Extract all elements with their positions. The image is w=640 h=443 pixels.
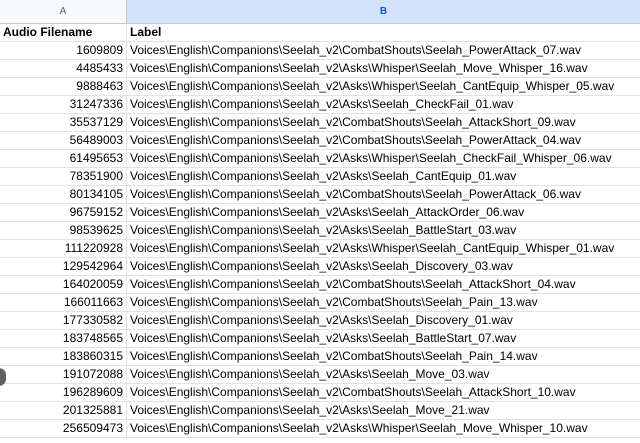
label-cell[interactable]: Voices\English\Companions\Seelah_v2\Asks… <box>127 258 640 275</box>
label-cell[interactable]: Voices\English\Companions\Seelah_v2\Asks… <box>127 204 640 221</box>
table-row: 191072088 Voices\English\Companions\Seela… <box>0 366 640 384</box>
label-cell[interactable]: Voices\English\Companions\Seelah_v2\Asks… <box>127 240 640 257</box>
audio-filename-cell[interactable]: 9888463 <box>0 78 127 95</box>
table-row: 80134105 Voices\English\Companions\Seelah… <box>0 186 640 204</box>
table-row: 98539625 Voices\English\Companions\Seelah… <box>0 222 640 240</box>
audio-filename-cell[interactable]: 183860315 <box>0 348 127 365</box>
spreadsheet-grid: A B Audio Filename Label 1609809 Voices\E… <box>0 0 640 443</box>
table-row: 61495653 Voices\English\Companions\Seelah… <box>0 150 640 168</box>
table-row: 78351900 Voices\English\Companions\Seelah… <box>0 168 640 186</box>
column-header-b[interactable]: B <box>127 0 640 23</box>
column-header-row: A B <box>0 0 640 24</box>
label-cell[interactable]: Voices\English\Companions\Seelah_v2\Comb… <box>127 294 640 311</box>
audio-filename-cell[interactable]: 96759152 <box>0 204 127 221</box>
label-cell[interactable]: Voices\English\Companions\Seelah_v2\Asks… <box>127 330 640 347</box>
audio-filename-cell[interactable]: 256509473 <box>0 420 127 437</box>
table-row: 129542964 Voices\English\Companions\Seela… <box>0 258 640 276</box>
audio-filename-cell[interactable]: 1609809 <box>0 42 127 59</box>
label-cell[interactable]: Voices\English\Companions\Seelah_v2\Asks… <box>127 222 640 239</box>
audio-filename-cell[interactable]: 4485433 <box>0 60 127 77</box>
label-cell[interactable]: Voices\English\Companions\Seelah_v2\Asks… <box>127 402 640 419</box>
audio-filename-cell[interactable]: 80134105 <box>0 186 127 203</box>
audio-filename-cell[interactable]: 61495653 <box>0 150 127 167</box>
audio-filename-cell[interactable]: 98539625 <box>0 222 127 239</box>
table-row: 96759152 Voices\English\Companions\Seelah… <box>0 204 640 222</box>
header-cell-label[interactable]: Label <box>127 24 640 41</box>
audio-filename-cell[interactable]: 177330582 <box>0 312 127 329</box>
label-cell[interactable]: Voices\English\Companions\Seelah_v2\Comb… <box>127 186 640 203</box>
audio-filename-cell[interactable]: 196289609 <box>0 384 127 401</box>
table-row: 31247336 Voices\English\Companions\Seelah… <box>0 96 640 114</box>
table-row: 196289609 Voices\English\Companions\Seela… <box>0 384 640 402</box>
table-row: 256509473 Voices\English\Companions\Seela… <box>0 420 640 438</box>
audio-filename-cell[interactable]: 31247336 <box>0 96 127 113</box>
label-cell[interactable]: Voices\English\Companions\Seelah_v2\Asks… <box>127 366 640 383</box>
label-cell[interactable]: Voices\English\Companions\Seelah_v2\Asks… <box>127 60 640 77</box>
audio-filename-cell[interactable]: 166011663 <box>0 294 127 311</box>
table-row: 183860315 Voices\English\Companions\Seela… <box>0 348 640 366</box>
audio-filename-cell[interactable]: 56489003 <box>0 132 127 149</box>
audio-filename-cell[interactable]: 201325881 <box>0 402 127 419</box>
label-cell[interactable]: Voices\English\Companions\Seelah_v2\Comb… <box>127 42 640 59</box>
table-row: 177330582 Voices\English\Companions\Seela… <box>0 312 640 330</box>
table-row: 111220928 Voices\English\Companions\Seela… <box>0 240 640 258</box>
label-cell[interactable]: Voices\English\Companions\Seelah_v2\Asks… <box>127 312 640 329</box>
data-rows: 1609809 Voices\English\Companions\Seelah_… <box>0 42 640 438</box>
audio-filename-cell[interactable]: 78351900 <box>0 168 127 185</box>
audio-filename-cell[interactable]: 35537129 <box>0 114 127 131</box>
label-cell[interactable]: Voices\English\Companions\Seelah_v2\Asks… <box>127 96 640 113</box>
audio-filename-cell[interactable]: 111220928 <box>0 240 127 257</box>
audio-filename-cell[interactable]: 191072088 <box>0 366 127 383</box>
label-cell[interactable]: Voices\English\Companions\Seelah_v2\Asks… <box>127 78 640 95</box>
label-cell[interactable]: Voices\English\Companions\Seelah_v2\Asks… <box>127 150 640 167</box>
label-cell[interactable]: Voices\English\Companions\Seelah_v2\Asks… <box>127 168 640 185</box>
label-cell[interactable]: Voices\English\Companions\Seelah_v2\Comb… <box>127 114 640 131</box>
table-row: 166011663 Voices\English\Companions\Seela… <box>0 294 640 312</box>
audio-filename-cell[interactable]: 129542964 <box>0 258 127 275</box>
table-row: 201325881 Voices\English\Companions\Seela… <box>0 402 640 420</box>
table-row: 9888463 Voices\English\Companions\Seelah_… <box>0 78 640 96</box>
column-header-a[interactable]: A <box>0 0 127 23</box>
header-cell-audio-filename[interactable]: Audio Filename <box>0 24 127 41</box>
audio-filename-cell[interactable]: 183748565 <box>0 330 127 347</box>
table-row: 4485433 Voices\English\Companions\Seelah_… <box>0 60 640 78</box>
table-row: 56489003 Voices\English\Companions\Seelah… <box>0 132 640 150</box>
label-cell[interactable]: Voices\English\Companions\Seelah_v2\Comb… <box>127 276 640 293</box>
label-cell[interactable]: Voices\English\Companions\Seelah_v2\Comb… <box>127 132 640 149</box>
table-row: 35537129 Voices\English\Companions\Seelah… <box>0 114 640 132</box>
table-row: 183748565 Voices\English\Companions\Seela… <box>0 330 640 348</box>
label-cell[interactable]: Voices\English\Companions\Seelah_v2\Comb… <box>127 348 640 365</box>
label-cell[interactable]: Voices\English\Companions\Seelah_v2\Comb… <box>127 384 640 401</box>
table-row: 1609809 Voices\English\Companions\Seelah_… <box>0 42 640 60</box>
header-row: Audio Filename Label <box>0 24 640 42</box>
label-cell[interactable]: Voices\English\Companions\Seelah_v2\Asks… <box>127 420 640 437</box>
audio-filename-cell[interactable]: 164020059 <box>0 276 127 293</box>
table-row: 164020059 Voices\English\Companions\Seela… <box>0 276 640 294</box>
